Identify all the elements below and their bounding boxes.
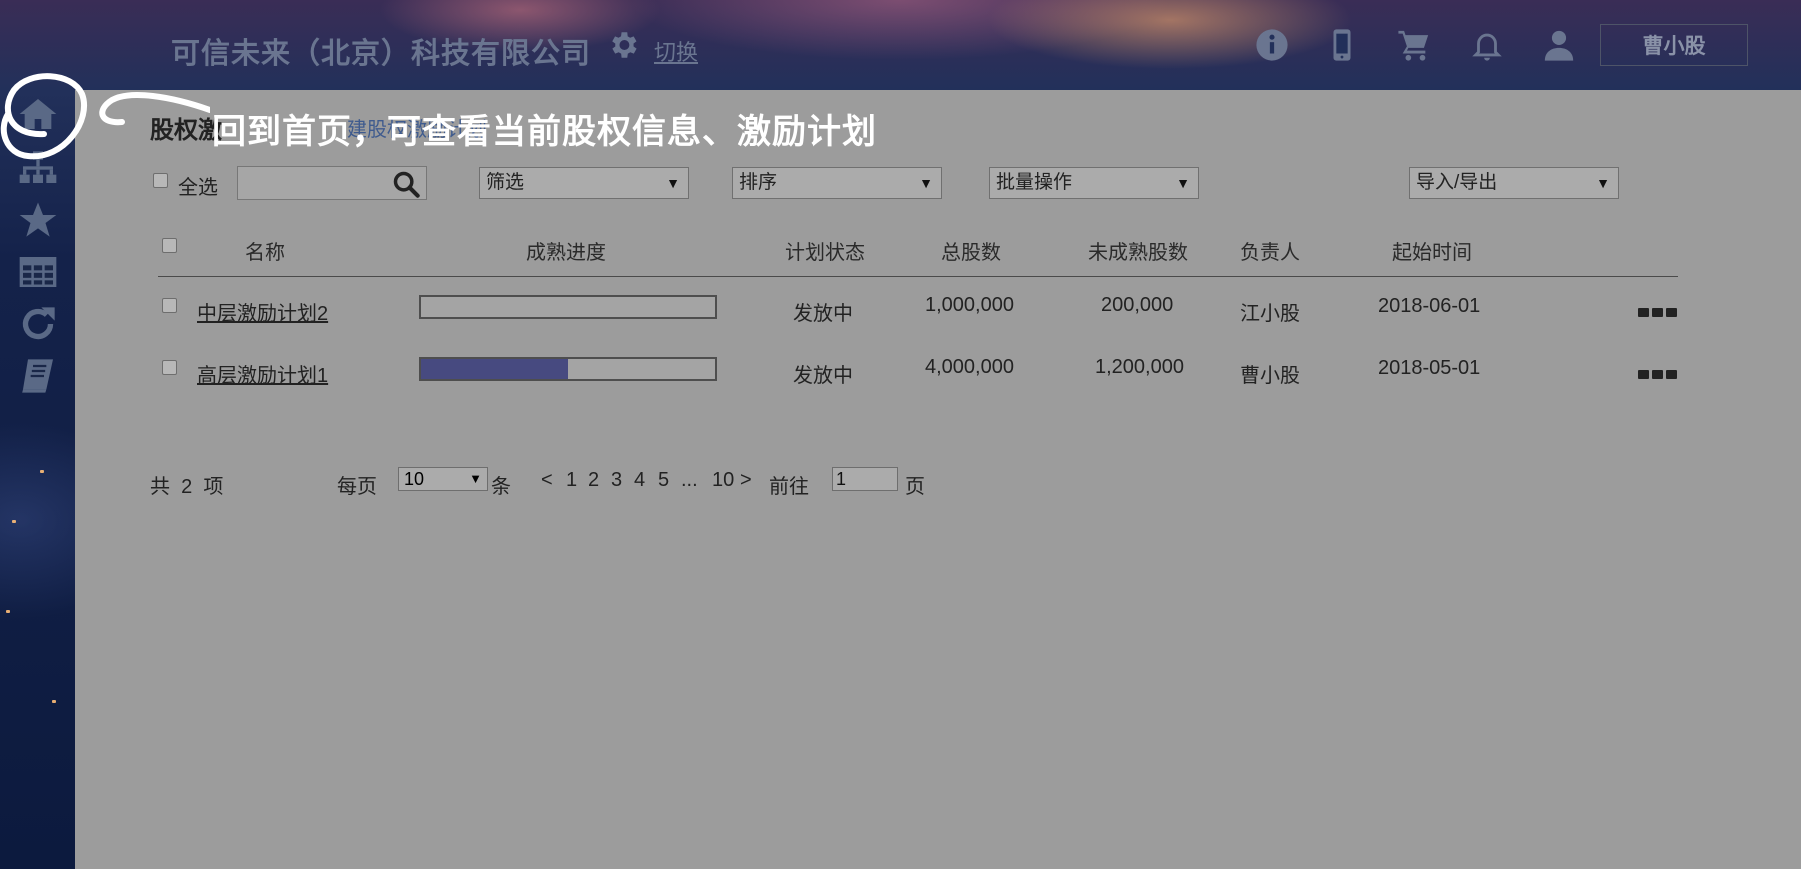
caret-down-icon: ▼ [469, 471, 482, 486]
filter-select-label: 筛选 [486, 172, 525, 193]
sort-select[interactable]: 排序 ▼ [732, 167, 942, 199]
goto-unit: 页 [905, 476, 925, 498]
row-checkbox[interactable] [162, 360, 177, 375]
unvested-shares: 200,000 [1101, 294, 1174, 316]
column-header-name: 名称 [245, 242, 285, 264]
progress-fill [421, 359, 568, 379]
page-4[interactable]: 4 [634, 469, 645, 492]
top-bar: 可信未来（北京）科技有限公司 切换 曹小股 [0, 0, 1801, 90]
switch-company-link[interactable]: 切换 [654, 35, 698, 67]
vesting-progress-bar [419, 295, 717, 319]
column-header-status: 计划状态 [785, 242, 865, 264]
info-icon[interactable] [1255, 28, 1289, 62]
plan-name-link[interactable]: 高层激励计划1 [197, 359, 328, 388]
total-count: 共 2 项 [150, 476, 224, 498]
page-ellipsis: ... [681, 469, 698, 491]
plan-status: 发放中 [793, 303, 853, 325]
unvested-shares: 1,200,000 [1095, 356, 1184, 378]
column-header-progress: 成熟进度 [526, 242, 606, 264]
content-panel: 股权激 建股权激励计划 全选 筛选 ▼ 排序 ▼ 批量操作 ▼ 导入/导出 ▼ … [75, 90, 1801, 869]
table-icon[interactable] [18, 252, 58, 292]
tour-tooltip-text: 回到首页，可查看当前股权信息、激励计划 [212, 113, 877, 151]
owner: 江小股 [1240, 303, 1300, 325]
company-name: 可信未来（北京）科技有限公司 [171, 38, 592, 70]
column-header-unvested: 未成熟股数 [1088, 242, 1188, 264]
select-all-checkbox[interactable] [153, 173, 168, 188]
per-page-label: 每页 [337, 476, 377, 498]
column-header-total: 总股数 [941, 242, 1001, 264]
more-actions-icon[interactable] [1638, 366, 1680, 379]
star-icon[interactable] [18, 200, 58, 240]
user-menu-button[interactable]: 曹小股 [1600, 24, 1748, 66]
row-checkbox[interactable] [162, 298, 177, 313]
start-date: 2018-06-01 [1378, 295, 1481, 317]
per-page-unit: 条 [491, 476, 511, 498]
page-1[interactable]: 1 [566, 469, 577, 492]
owner: 曹小股 [1240, 365, 1300, 387]
plan-name-link[interactable]: 中层激励计划2 [197, 297, 328, 326]
total-shares: 4,000,000 [925, 356, 1014, 378]
vesting-progress-bar [419, 357, 717, 381]
more-actions-icon[interactable] [1638, 304, 1680, 317]
page-5[interactable]: 5 [658, 469, 669, 492]
mobile-icon[interactable] [1325, 28, 1359, 62]
sidebar [0, 90, 75, 869]
header-divider [158, 276, 1678, 277]
refresh-icon[interactable] [18, 304, 58, 344]
batch-operation-label: 批量操作 [996, 172, 1073, 193]
filter-select[interactable]: 筛选 ▼ [479, 167, 689, 199]
column-header-owner: 负责人 [1240, 242, 1300, 264]
goto-label: 前往 [769, 476, 809, 498]
cart-icon[interactable] [1397, 28, 1431, 62]
gear-icon[interactable] [606, 28, 640, 62]
page-2[interactable]: 2 [588, 469, 599, 492]
per-page-value: 10 [404, 469, 425, 489]
page-3[interactable]: 3 [611, 469, 622, 492]
sort-select-label: 排序 [739, 172, 778, 193]
per-page-select[interactable]: 10 ▼ [398, 467, 488, 491]
next-page-button[interactable]: > [740, 469, 752, 492]
import-export-label: 导入/导出 [1416, 172, 1498, 193]
caret-down-icon: ▼ [1176, 175, 1190, 191]
page-10[interactable]: 10 [712, 469, 734, 492]
user-icon[interactable] [1542, 28, 1576, 62]
prev-page-button[interactable]: < [541, 469, 553, 492]
batch-operation-select[interactable]: 批量操作 ▼ [989, 167, 1199, 199]
caret-down-icon: ▼ [666, 175, 680, 191]
caret-down-icon: ▼ [919, 175, 933, 191]
tour-highlight-circle [0, 73, 210, 160]
search-icon[interactable] [392, 170, 420, 198]
search-input[interactable] [237, 166, 427, 200]
start-date: 2018-05-01 [1378, 357, 1481, 379]
bell-icon[interactable] [1470, 28, 1504, 62]
header-checkbox[interactable] [162, 238, 177, 253]
book-icon[interactable] [18, 356, 58, 396]
goto-page-input[interactable] [832, 467, 898, 491]
total-shares: 1,000,000 [925, 294, 1014, 316]
import-export-select[interactable]: 导入/导出 ▼ [1409, 167, 1619, 199]
column-header-start: 起始时间 [1392, 242, 1472, 264]
plan-status: 发放中 [793, 365, 853, 387]
select-all-label: 全选 [178, 177, 218, 199]
caret-down-icon: ▼ [1596, 175, 1610, 191]
